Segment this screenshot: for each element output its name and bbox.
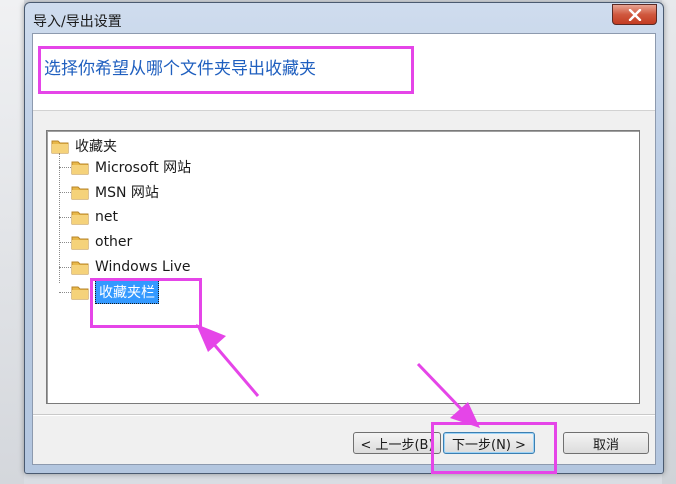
folder-icon bbox=[71, 211, 89, 225]
tree-item-label: net bbox=[95, 209, 118, 225]
tree-item-microsoft-sites[interactable]: Microsoft 网站 bbox=[71, 156, 191, 178]
tree-item-label-selected: 收藏夹栏 bbox=[95, 280, 159, 304]
cancel-button[interactable]: 取消 bbox=[563, 432, 649, 454]
tree-item-label: other bbox=[95, 234, 133, 250]
tree-item-label: Windows Live bbox=[95, 259, 191, 275]
window-title: 导入/导出设置 bbox=[33, 14, 122, 30]
tree-connector bbox=[59, 267, 71, 268]
tree-item-msn-sites[interactable]: MSN 网站 bbox=[71, 181, 159, 203]
instruction-text: 选择你希望从哪个文件夹导出收藏夹 bbox=[44, 59, 316, 79]
folder-icon bbox=[51, 140, 69, 154]
folder-icon bbox=[71, 186, 89, 200]
desktop-background-right bbox=[662, 0, 676, 484]
tree-connector bbox=[59, 292, 71, 293]
close-icon bbox=[628, 8, 641, 21]
tree-connector bbox=[59, 217, 71, 218]
folder-icon bbox=[71, 286, 89, 300]
import-export-dialog: 导入/导出设置 选择你希望从哪个文件夹导出收藏夹 收藏夹 Microsoft 网… bbox=[24, 2, 664, 474]
tree-item-label: Microsoft 网站 bbox=[95, 160, 192, 176]
header-panel: 选择你希望从哪个文件夹导出收藏夹 bbox=[33, 34, 655, 111]
tree-item-other[interactable]: other bbox=[71, 231, 132, 253]
dialog-client-area: 选择你希望从哪个文件夹导出收藏夹 收藏夹 Microsoft 网站 MSN 网站… bbox=[32, 33, 656, 465]
tree-item-windows-live[interactable]: Windows Live bbox=[71, 256, 191, 278]
tree-item-root[interactable]: 收藏夹 bbox=[51, 135, 117, 157]
folder-tree[interactable]: 收藏夹 Microsoft 网站 MSN 网站 net other Window… bbox=[46, 130, 640, 404]
button-bar-divider bbox=[33, 414, 655, 415]
tree-connector bbox=[59, 192, 71, 193]
close-button[interactable] bbox=[612, 4, 657, 25]
tree-item-net[interactable]: net bbox=[71, 206, 118, 228]
back-button[interactable]: < 上一步(B) bbox=[353, 432, 441, 454]
tree-item-label: 收藏夹 bbox=[75, 139, 117, 155]
folder-icon bbox=[71, 261, 89, 275]
tree-connector bbox=[59, 167, 71, 168]
desktop-background-left bbox=[0, 0, 24, 484]
folder-icon bbox=[71, 236, 89, 250]
tree-connector bbox=[59, 242, 71, 243]
tree-connector-vertical bbox=[59, 153, 60, 283]
next-button[interactable]: 下一步(N) > bbox=[443, 432, 535, 454]
tree-item-label: MSN 网站 bbox=[95, 185, 159, 201]
tree-item-favorites-bar[interactable]: 收藏夹栏 bbox=[71, 280, 159, 304]
folder-icon bbox=[71, 161, 89, 175]
title-bar[interactable]: 导入/导出设置 bbox=[25, 3, 663, 35]
